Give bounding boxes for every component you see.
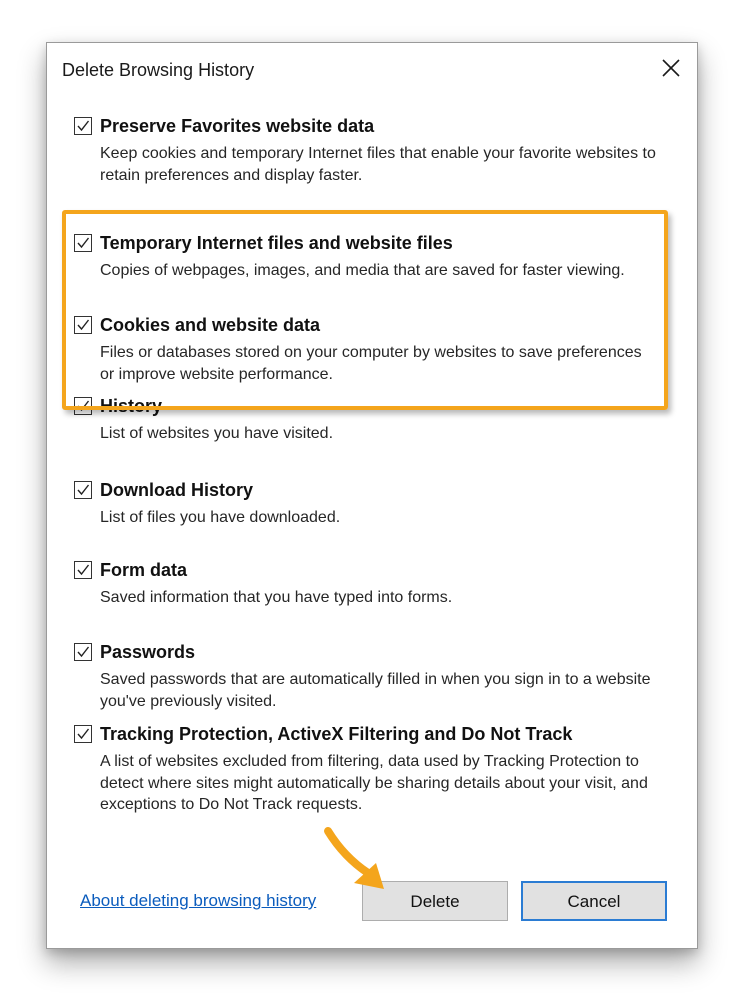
checkmark-icon	[77, 400, 90, 412]
delete-button[interactable]: Delete	[362, 881, 508, 921]
option-preserve-favorites: Preserve Favorites website data Keep coo…	[74, 116, 674, 186]
delete-browsing-history-dialog: Delete Browsing History Preserve Favorit…	[46, 42, 698, 949]
option-cookies: Cookies and website data Files or databa…	[74, 315, 674, 385]
checkmark-icon	[77, 319, 90, 331]
checkmark-icon	[77, 564, 90, 576]
cancel-button[interactable]: Cancel	[521, 881, 667, 921]
checkmark-icon	[77, 728, 90, 740]
close-button[interactable]	[645, 43, 697, 93]
option-passwords: Passwords Saved passwords that are autom…	[74, 642, 674, 712]
option-label: Passwords	[100, 642, 196, 662]
option-download-history: Download History List of files you have …	[74, 480, 674, 529]
checkbox-download-history[interactable]	[74, 481, 92, 499]
option-description: A list of websites excluded from filteri…	[100, 753, 648, 813]
dialog-title: Delete Browsing History	[62, 60, 255, 80]
option-label: Form data	[100, 560, 188, 580]
about-deleting-history-link[interactable]: About deleting browsing history	[80, 891, 316, 911]
checkbox-preserve-favorites[interactable]	[74, 117, 92, 135]
option-label: Temporary Internet files and website fil…	[100, 233, 453, 253]
option-description: Files or databases stored on your comput…	[100, 344, 642, 383]
checkmark-icon	[77, 237, 90, 249]
checkbox-history[interactable]	[74, 397, 92, 415]
checkbox-cookies[interactable]	[74, 316, 92, 334]
option-form-data: Form data Saved information that you hav…	[74, 560, 674, 609]
checkmark-icon	[77, 120, 90, 132]
option-history: History List of websites you have visite…	[74, 396, 674, 445]
option-label: Preserve Favorites website data	[100, 116, 375, 136]
option-label: Cookies and website data	[100, 315, 321, 335]
checkbox-form-data[interactable]	[74, 561, 92, 579]
option-label: Tracking Protection, ActiveX Filtering a…	[100, 724, 573, 744]
checkmark-icon	[77, 484, 90, 496]
option-description: Saved information that you have typed in…	[100, 589, 453, 606]
option-description: Keep cookies and temporary Internet file…	[100, 145, 656, 184]
screenshot-stage: Delete Browsing History Preserve Favorit…	[0, 0, 749, 1006]
checkbox-passwords[interactable]	[74, 643, 92, 661]
option-label: Download History	[100, 480, 254, 500]
checkbox-tracking-protection[interactable]	[74, 725, 92, 743]
option-tracking-protection: Tracking Protection, ActiveX Filtering a…	[74, 724, 674, 816]
checkmark-icon	[77, 646, 90, 658]
title-bar: Delete Browsing History	[47, 43, 697, 95]
option-temporary-internet-files: Temporary Internet files and website fil…	[74, 233, 674, 282]
option-description: Saved passwords that are automatically f…	[100, 671, 651, 710]
option-description: Copies of webpages, images, and media th…	[100, 262, 625, 279]
option-label: History	[100, 396, 163, 416]
option-description: List of files you have downloaded.	[100, 509, 341, 526]
checkbox-temporary-internet-files[interactable]	[74, 234, 92, 252]
close-icon	[662, 59, 680, 77]
option-description: List of websites you have visited.	[100, 425, 334, 442]
